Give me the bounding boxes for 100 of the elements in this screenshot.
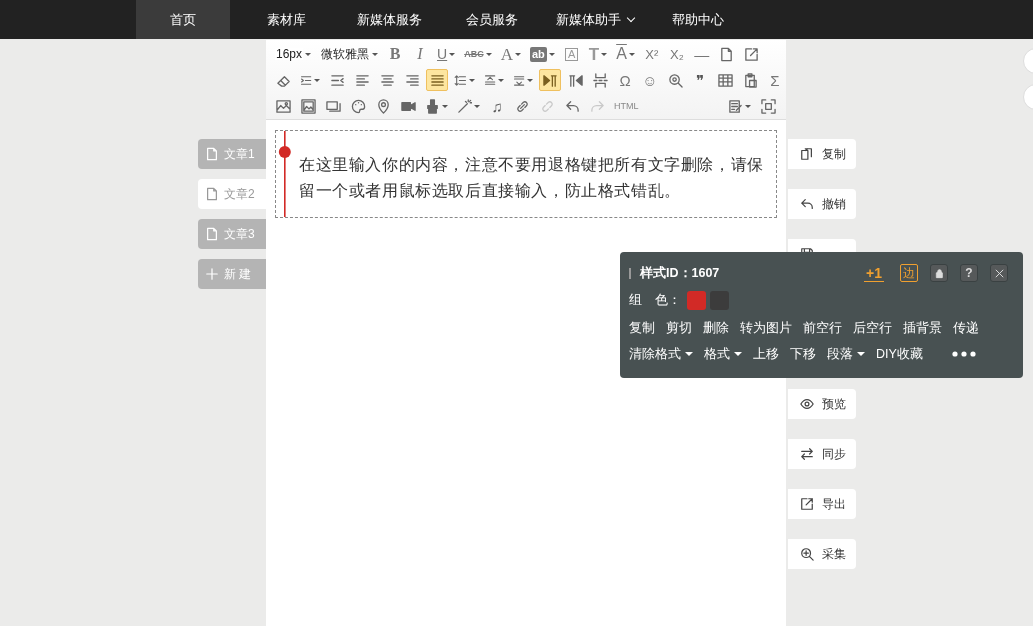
nav-item[interactable]: 素材库 <box>239 0 333 39</box>
space-before-icon <box>483 72 496 88</box>
strikethrough-button[interactable]: ABC <box>461 43 495 65</box>
close-button[interactable] <box>990 264 1008 282</box>
border-button[interactable]: 边 <box>900 264 918 282</box>
nav-item[interactable]: 首页 <box>136 0 230 39</box>
omega-button[interactable]: Ω <box>614 69 636 91</box>
preview-button[interactable]: 预览 <box>788 389 856 419</box>
document-icon <box>205 187 219 201</box>
unlink-icon <box>539 98 555 114</box>
quote-button[interactable]: ❞ <box>689 69 711 91</box>
caret-icon <box>449 52 456 56</box>
paste-icon <box>742 72 758 88</box>
content-block[interactable]: 在这里输入你的内容，注意不要用退格键把所有文字删除，请保留一个或者用鼠标选取后直接输入，防止格式错乱。 <box>275 130 777 218</box>
caret-icon <box>628 52 635 56</box>
image-icon <box>275 98 291 114</box>
panel-action[interactable]: 剪切 <box>666 319 692 337</box>
panel-action[interactable]: 后空行 <box>853 319 892 337</box>
sync-button[interactable]: 同步 <box>788 439 856 469</box>
panel-action[interactable]: 清除格式 <box>629 345 693 363</box>
more-icon[interactable] <box>951 351 976 357</box>
caret-icon <box>474 104 480 108</box>
nav-item[interactable]: 会员服务 <box>445 0 539 39</box>
zoom-in-icon <box>800 547 814 561</box>
caret-icon <box>601 52 608 56</box>
content-text: 在这里输入你的内容，注意不要用退格键把所有文字删除，请保留一个或者用鼠标选取后直接输入，防止格式错乱。 <box>299 155 765 201</box>
panel-action[interactable]: 传递 <box>953 319 979 337</box>
panel-action[interactable]: 复制 <box>629 319 655 337</box>
caret-icon <box>548 52 555 56</box>
copy-icon <box>800 147 814 161</box>
redo-icon <box>589 98 605 114</box>
emoji-button[interactable]: ☺ <box>639 69 661 91</box>
plus-one-button[interactable]: +1 <box>864 264 884 282</box>
align-right-icon <box>404 72 420 88</box>
swap-arrows-icon <box>800 447 814 461</box>
panel-action[interactable]: 格式 <box>704 345 742 363</box>
table-icon <box>717 72 733 88</box>
justify-button[interactable] <box>426 69 449 91</box>
highlight-button[interactable]: ab <box>526 43 558 65</box>
plus-icon <box>205 267 219 281</box>
eye-icon <box>800 397 814 411</box>
panel-action[interactable]: 插背景 <box>903 319 942 337</box>
music-button[interactable]: ♫ <box>486 95 508 117</box>
page-break-icon <box>592 72 608 88</box>
left-to-right-button[interactable] <box>539 69 561 91</box>
export-icon <box>800 497 814 511</box>
collect-button[interactable]: 采集 <box>788 539 856 569</box>
caret-icon <box>485 52 492 56</box>
close-icon <box>993 267 1005 279</box>
fullscreen-icon <box>760 98 776 114</box>
italic-button[interactable]: I <box>409 43 432 65</box>
lock-button[interactable] <box>930 264 948 282</box>
color-label: 组 色： <box>629 291 681 309</box>
style-id-label: 样式ID：1607 <box>640 264 721 282</box>
letter-spacing-button[interactable]: A <box>613 43 638 65</box>
template-icon <box>728 98 743 114</box>
select-button[interactable]: 16px <box>272 43 315 65</box>
justify-icon <box>429 72 445 88</box>
caret-icon <box>442 104 448 108</box>
caret-icon <box>514 52 521 56</box>
line-spacing-icon <box>454 72 467 88</box>
map-pin-icon <box>375 98 391 114</box>
paragraph-arrow-icon <box>567 72 583 88</box>
framed-image-icon <box>300 98 316 114</box>
export-button[interactable]: 导出 <box>788 489 856 519</box>
lock-icon <box>933 267 945 279</box>
panel-action[interactable]: 段落 <box>827 345 865 363</box>
rule-button[interactable]: — <box>690 43 713 65</box>
caret-icon <box>372 52 379 56</box>
superscript-button[interactable]: X² <box>640 43 663 65</box>
copy-button[interactable]: 复制 <box>788 139 856 169</box>
font-color-button[interactable]: A <box>497 43 524 65</box>
caret-icon <box>745 104 751 108</box>
bold-button[interactable]: B <box>384 43 407 65</box>
sigma-button[interactable]: Σ <box>764 69 786 91</box>
nav-item[interactable]: 新媒体助手 <box>548 0 642 39</box>
panel-action[interactable]: 下移 <box>790 345 816 363</box>
panel-action[interactable]: 前空行 <box>803 319 842 337</box>
page-icon <box>719 46 735 62</box>
select-button[interactable]: 微软雅黑 <box>317 43 382 65</box>
caret-icon <box>857 352 865 356</box>
caret-icon <box>314 78 321 82</box>
color-swatch[interactable] <box>687 290 706 310</box>
panel-action[interactable]: 转为图片 <box>740 319 792 337</box>
undo-icon <box>800 197 814 211</box>
align-center-icon <box>379 72 395 88</box>
undo-icon <box>564 98 580 114</box>
help-button[interactable]: ? <box>960 264 978 282</box>
panel-action[interactable]: DIY收藏 <box>876 345 923 363</box>
brush-icon <box>425 98 440 114</box>
nav-item[interactable]: 帮助中心 <box>651 0 745 39</box>
underline-button[interactable]: U <box>434 43 459 65</box>
panel-action[interactable]: 上移 <box>753 345 779 363</box>
undo-button[interactable]: 撤销 <box>788 189 856 219</box>
window-icon <box>325 98 341 114</box>
outdent-icon <box>329 72 345 88</box>
nav-item[interactable]: 新媒体服务 <box>342 0 436 39</box>
panel-action[interactable]: 删除 <box>703 319 729 337</box>
subscript-button[interactable]: X₂ <box>665 43 688 65</box>
caret-icon <box>527 78 533 82</box>
